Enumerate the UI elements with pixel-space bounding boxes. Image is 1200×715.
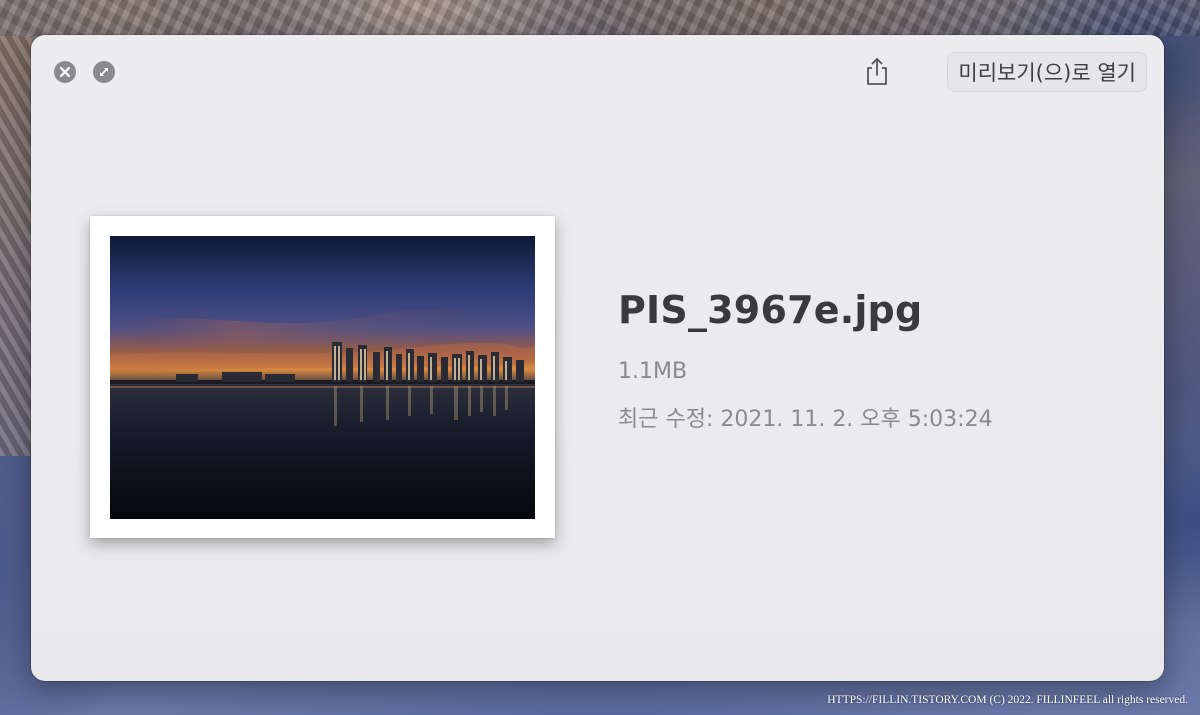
file-size: 1.1MB — [618, 359, 688, 384]
fullscreen-icon — [99, 67, 109, 77]
image-thumbnail-frame — [90, 216, 555, 538]
open-with-preview-button[interactable]: 미리보기(으)로 열기 — [947, 52, 1147, 92]
share-icon — [867, 58, 887, 85]
close-icon — [59, 66, 71, 78]
quick-look-window: 미리보기(으)로 열기 PIS_3967e.jpg 1.1MB 최근 수정: 2… — [31, 35, 1164, 681]
fullscreen-button[interactable] — [93, 61, 115, 83]
open-with-preview-label: 미리보기(으)로 열기 — [958, 61, 1136, 85]
close-button[interactable] — [54, 61, 76, 83]
image-thumbnail — [110, 236, 535, 519]
wallpaper-rock-texture — [0, 0, 1200, 36]
file-modified-date: 최근 수정: 2021. 11. 2. 오후 5:03:24 — [618, 407, 993, 432]
wallpaper-rock-left — [0, 36, 32, 456]
desktop-background: 미리보기(으)로 열기 PIS_3967e.jpg 1.1MB 최근 수정: 2… — [0, 0, 1200, 715]
file-name: PIS_3967e.jpg — [618, 288, 923, 332]
share-button[interactable] — [861, 55, 893, 89]
copyright-watermark: HTTPS://FILLIN.TISTORY.COM (C) 2022. FIL… — [827, 694, 1188, 706]
